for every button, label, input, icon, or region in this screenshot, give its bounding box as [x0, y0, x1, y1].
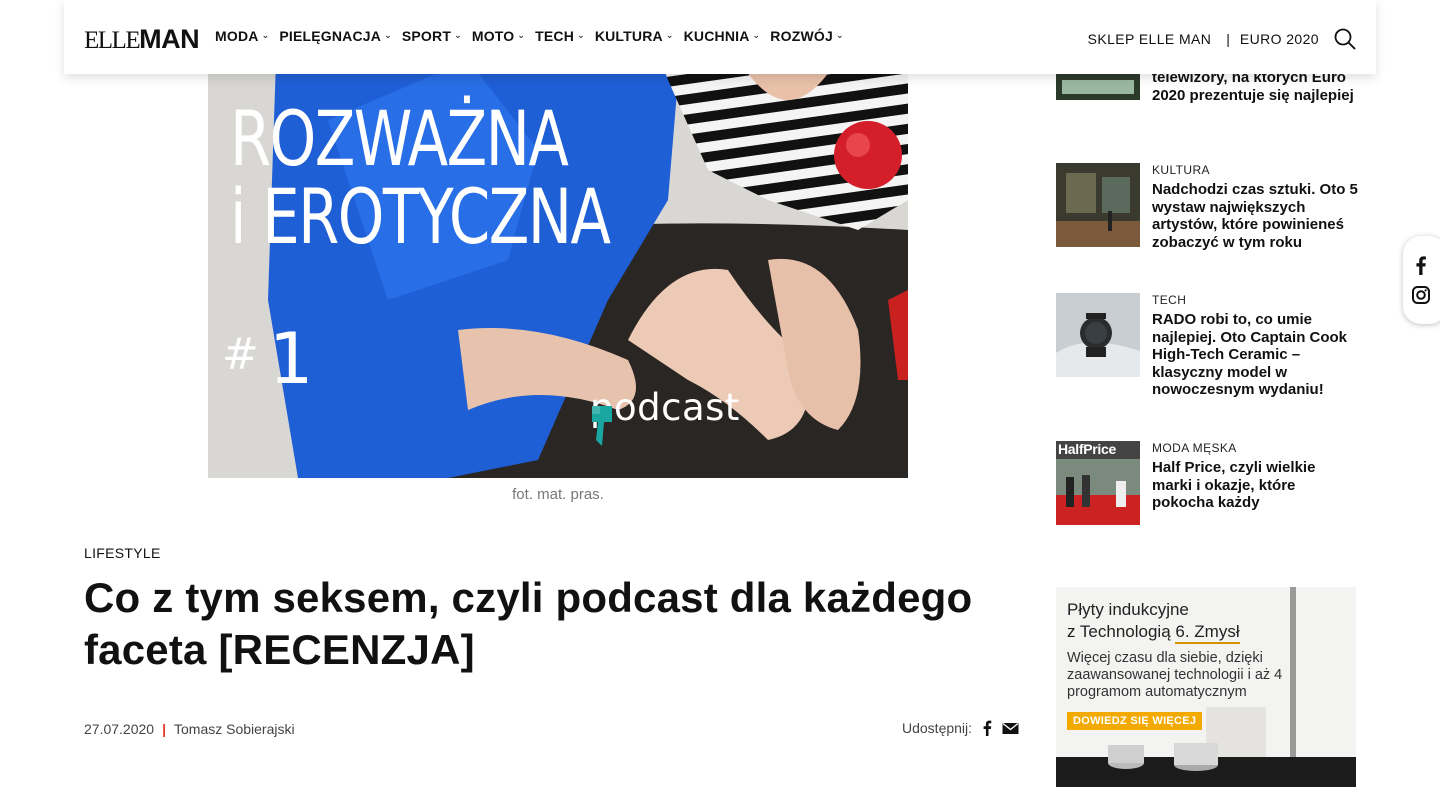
site-header: ELLE MAN MODA ⌄ PIELĘGNACJA ⌄ SPORT ⌄ MOTO ⌄… [64, 0, 1376, 74]
logo-man: MAN [139, 24, 200, 54]
chevron-down-icon: ⌄ [577, 29, 585, 40]
nav-item-kuchnia[interactable]: KUCHNIA ⌄ [684, 28, 761, 44]
ad-headline: Płyty indukcyjne [1067, 600, 1189, 619]
nav-label: PIELĘGNACJA [279, 28, 382, 44]
sidebar-article-category[interactable]: KULTURA [1152, 163, 1210, 177]
sidebar-article-category[interactable]: TECH [1152, 293, 1186, 307]
hero-title: ROZWAŻNA i EROTYCZNA [230, 94, 611, 261]
sidebar-article-title[interactable]: telewizory, na których Euro 2020 prezent… [1152, 69, 1358, 104]
shop-link[interactable]: SKLEP ELLE MAN [1088, 31, 1212, 47]
advertisement-banner[interactable]: Płyty indukcyjne z Technologią 6. Zmysł … [1056, 587, 1356, 787]
nav-label: KULTURA [594, 28, 663, 44]
nav-label: MODA [215, 28, 259, 44]
hero-episode-number: #1 [222, 318, 313, 400]
chevron-down-icon: ⌄ [835, 29, 844, 40]
nav-label: MOTO [471, 28, 515, 44]
hero-number: 1 [268, 318, 314, 400]
sidebar-thumbnail[interactable] [1056, 163, 1140, 247]
article-category[interactable]: LIFESTYLE [84, 545, 161, 561]
article-meta: 27.07.2020 | Tomasz Sobierajski [84, 721, 295, 737]
podcast-logo: podcast [590, 386, 740, 446]
nav-label: SPORT [401, 28, 452, 44]
nav-label: TECH [535, 28, 575, 44]
nav-item-moda[interactable]: MODA ⌄ [215, 28, 269, 44]
chevron-down-icon: ⌄ [517, 29, 526, 40]
search-icon[interactable] [1334, 28, 1356, 50]
floating-social-bar [1403, 236, 1440, 324]
share-label: Udostępnij: [902, 720, 973, 736]
share-bar: Udostępnij: [902, 720, 1019, 736]
chevron-down-icon: ⌄ [454, 29, 462, 40]
facebook-icon[interactable] [982, 720, 992, 736]
meta-separator: | [162, 721, 166, 737]
logo-elle: ELLE [84, 27, 141, 54]
ad-subheadline-highlight: 6. Zmysł [1175, 622, 1240, 644]
nav-item-pielegnacja[interactable]: PIELĘGNACJA ⌄ [279, 28, 392, 44]
ad-cta-button[interactable]: DOWIEDZ SIĘ WIĘCEJ [1067, 712, 1203, 730]
sidebar-article-title[interactable]: Half Price, czyli wielkie marki i okazje… [1152, 459, 1358, 512]
sidebar-thumbnail[interactable] [1056, 293, 1140, 377]
ad-subheadline-prefix: z Technologią [1067, 622, 1176, 641]
euro-2020-link[interactable]: EURO 2020 [1240, 31, 1319, 47]
chevron-down-icon: ⌄ [384, 29, 392, 40]
nav-label: ROZWÓJ [770, 28, 833, 44]
ad-subheadline: z Technologią 6. Zmysł [1067, 620, 1240, 644]
article-author[interactable]: Tomasz Sobierajski [174, 721, 295, 737]
hero-hash: # [222, 329, 259, 380]
nav-item-sport[interactable]: SPORT ⌄ [402, 28, 462, 44]
header-separator: | [1226, 31, 1230, 47]
header-right: SKLEP ELLE MAN | EURO 2020 [1088, 28, 1356, 50]
nav-item-moto[interactable]: MOTO ⌄ [472, 28, 525, 44]
ad-body-text: Więcej czasu dla siebie, dzięki zaawanso… [1067, 650, 1283, 700]
hero-title-line-1: ROZWAŻNA [230, 94, 569, 183]
sidebar-article-title[interactable]: RADO robi to, co umie najlepiej. Oto Cap… [1152, 311, 1358, 399]
article-title: Co z tym seksem, czyli podcast dla każde… [84, 574, 973, 673]
nav-item-tech[interactable]: TECH ⌄ [535, 28, 585, 44]
sidebar-thumbnail-text: HalfPrice [1058, 441, 1116, 457]
site-logo[interactable]: ELLE MAN [84, 24, 200, 55]
nav-item-rozwoj[interactable]: ROZWÓJ ⌄ [770, 28, 843, 44]
nav-label: KUCHNIA [683, 28, 750, 44]
podcast-mark-icon [592, 406, 612, 446]
article-date: 27.07.2020 [84, 721, 155, 737]
sidebar-article-category[interactable]: MODA MĘSKA [1152, 441, 1237, 455]
hero-title-line-2: i EROTYCZNA [230, 172, 611, 261]
instagram-icon[interactable] [1412, 286, 1430, 309]
sidebar-thumbnail[interactable]: HalfPrice [1056, 441, 1140, 525]
chevron-down-icon: ⌄ [665, 29, 674, 40]
nav-item-kultura[interactable]: KULTURA ⌄ [595, 28, 674, 44]
chevron-down-icon: ⌄ [752, 29, 761, 40]
chevron-down-icon: ⌄ [261, 29, 270, 40]
sidebar-article-title[interactable]: Nadchodzi czas sztuki. Oto 5 wystaw najw… [1152, 181, 1358, 251]
mail-icon[interactable] [1002, 722, 1019, 735]
facebook-icon[interactable] [1412, 255, 1430, 280]
hero-caption: fot. mat. pras. [512, 486, 604, 503]
main-nav: MODA ⌄ PIELĘGNACJA ⌄ SPORT ⌄ MOTO ⌄ TECH ⌄ KU… [215, 28, 844, 44]
